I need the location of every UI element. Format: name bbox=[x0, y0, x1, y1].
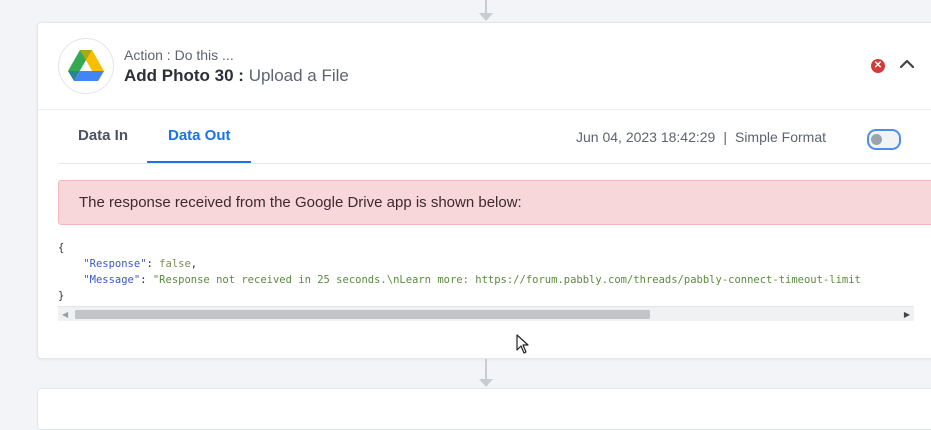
tab-data-in[interactable]: Data In bbox=[78, 127, 128, 144]
response-timestamp: Jun 04, 2023 18:42:29 bbox=[576, 129, 716, 145]
horizontal-scrollbar[interactable]: ◀ ▶ bbox=[58, 306, 914, 321]
step-name: Add Photo 30 : bbox=[124, 66, 244, 85]
next-step-card[interactable] bbox=[37, 388, 931, 430]
header-divider bbox=[38, 109, 931, 110]
tab-data-out[interactable]: Data Out bbox=[168, 127, 231, 144]
json-key-response: "Response" bbox=[83, 258, 147, 270]
json-value-response: false bbox=[159, 258, 191, 270]
delete-icon[interactable]: ✕ bbox=[871, 59, 885, 73]
tabs-divider bbox=[58, 163, 931, 164]
meta-separator: | bbox=[723, 129, 727, 145]
scroll-left-arrow-icon[interactable]: ◀ bbox=[62, 310, 68, 319]
alert-message: The response received from the Google Dr… bbox=[79, 194, 522, 211]
response-alert: The response received from the Google Dr… bbox=[58, 180, 931, 225]
json-key-message: "Message" bbox=[83, 274, 141, 286]
response-meta: Jun 04, 2023 18:42:29 | Simple Format bbox=[576, 129, 826, 145]
step-title[interactable]: Add Photo 30 : Upload a File bbox=[124, 66, 349, 86]
json-close-brace: } bbox=[58, 290, 65, 302]
scrollbar-thumb[interactable] bbox=[75, 310, 650, 319]
json-trail-response: , bbox=[190, 258, 198, 270]
google-drive-icon bbox=[58, 38, 114, 94]
connector-arrow-bottom bbox=[479, 379, 493, 387]
toggle-knob bbox=[871, 134, 882, 145]
simple-format-label: Simple Format bbox=[734, 129, 827, 145]
scroll-right-arrow-icon[interactable]: ▶ bbox=[904, 310, 910, 319]
chevron-up-icon[interactable] bbox=[899, 56, 915, 74]
json-open-brace: { bbox=[58, 242, 65, 254]
response-json: { "Response": false, "Message": "Respons… bbox=[58, 242, 861, 302]
json-value-message: "Response not received in 25 seconds.\nL… bbox=[152, 274, 861, 286]
simple-format-toggle[interactable] bbox=[867, 129, 901, 150]
connector-line-bottom bbox=[485, 359, 487, 379]
mouse-cursor-icon bbox=[516, 334, 530, 359]
connector-line-top bbox=[485, 0, 487, 14]
step-action-name: Upload a File bbox=[248, 66, 349, 85]
workflow-step-card: Action : Do this ... Add Photo 30 : Uplo… bbox=[37, 22, 931, 359]
connector-arrow-top bbox=[479, 13, 493, 21]
action-caption: Action : Do this ... bbox=[124, 47, 234, 63]
